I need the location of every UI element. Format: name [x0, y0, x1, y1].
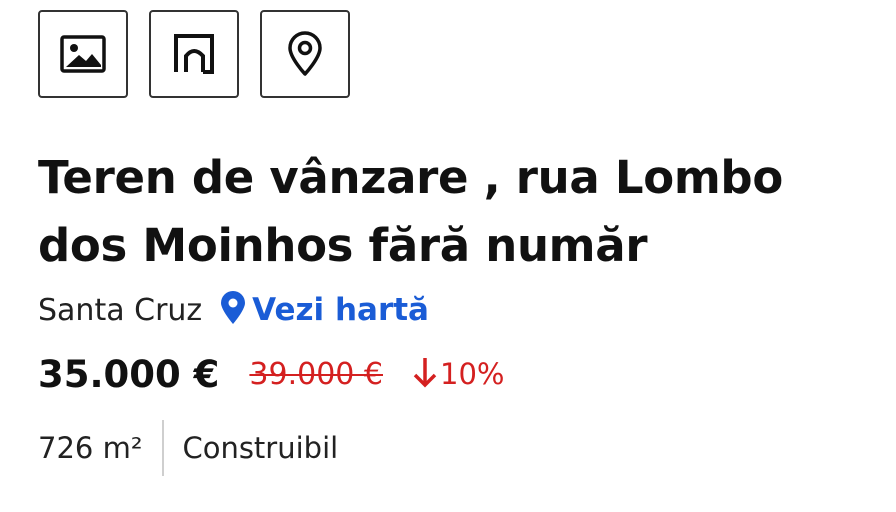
old-price: 39.000 € — [249, 356, 383, 392]
area-label: 726 m² — [38, 431, 143, 465]
photos-button[interactable] — [38, 10, 128, 98]
floor-plan-button[interactable] — [149, 10, 239, 98]
view-map-link[interactable]: Vezi hartă — [220, 291, 429, 329]
location-pin-icon — [220, 291, 246, 329]
listing-title: Teren de vânzare , rua Lombo dos Moinhos… — [38, 151, 783, 272]
floor-plan-icon — [172, 32, 216, 76]
current-price: 35.000 € — [38, 352, 220, 396]
map-button[interactable] — [260, 10, 350, 98]
view-map-label: Vezi hartă — [252, 292, 429, 328]
image-icon — [59, 34, 107, 74]
arrow-down-icon — [413, 355, 437, 393]
city-label: Santa Cruz — [38, 292, 203, 328]
map-pin-icon — [286, 31, 324, 77]
location-row: Santa Cruz Vezi hartă — [38, 288, 429, 332]
features-row: 726 m² Construibil — [38, 420, 338, 476]
feature-divider — [162, 420, 165, 476]
price-drop-percent: 10% — [440, 357, 505, 391]
price-row: 35.000 € 39.000 € 10% — [38, 350, 504, 398]
price-drop-badge: 10% — [413, 355, 504, 393]
land-type-label: Construibil — [182, 431, 339, 465]
